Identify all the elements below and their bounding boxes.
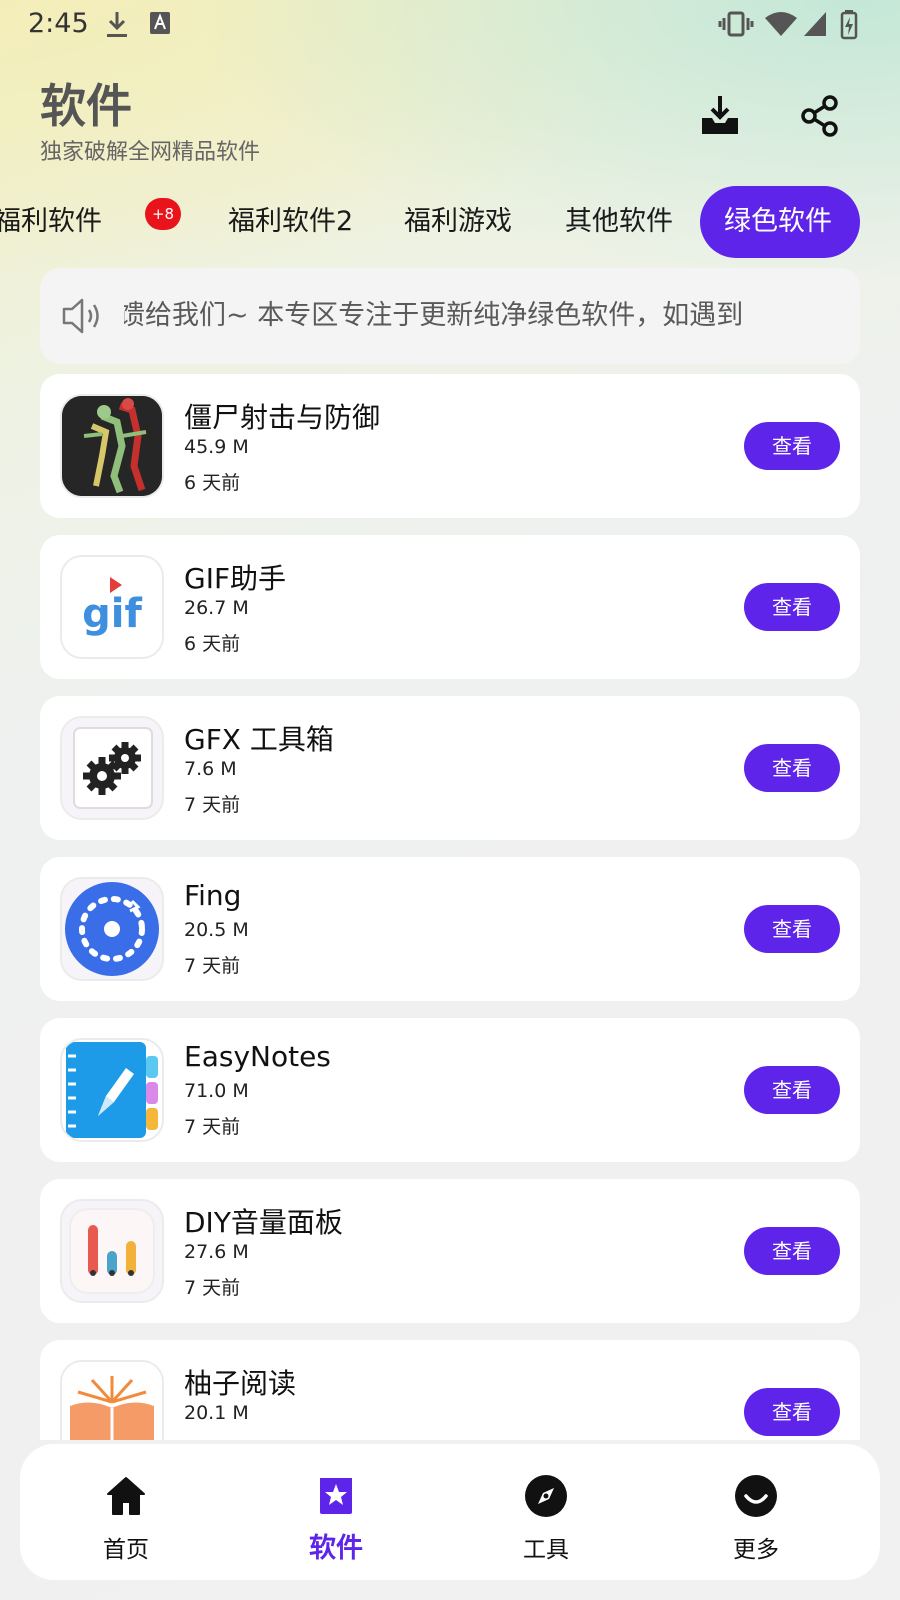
- tab-label: 福利软件: [0, 206, 102, 237]
- tab-other-software[interactable]: 其他软件: [565, 186, 673, 258]
- nav-label: 首页: [103, 1537, 149, 1563]
- compass-icon: [525, 1475, 567, 1517]
- app-date: 6 天前: [184, 633, 241, 655]
- gif-icon: gif: [60, 555, 164, 659]
- app-name: GIF助手: [184, 562, 287, 595]
- nav-more[interactable]: 更多: [686, 1444, 826, 1580]
- bottom-navigation: 首页 软件 工具 更多: [20, 1444, 880, 1580]
- signal-icon: [804, 12, 826, 36]
- nav-label: 工具: [523, 1537, 569, 1563]
- nav-tools[interactable]: 工具: [476, 1444, 616, 1580]
- tab-welfare-software[interactable]: 福利软件: [0, 186, 102, 258]
- app-list: 僵尸射击与防御 45.9 M 6 天前 查看 gif GIF助手 26.7 M …: [40, 374, 860, 1440]
- view-button[interactable]: 查看: [744, 1388, 840, 1436]
- fing-icon: [60, 877, 164, 981]
- share-icon[interactable]: [798, 94, 842, 138]
- app-size: 20.1 M: [184, 1402, 249, 1424]
- text-app-status-icon: [150, 12, 170, 34]
- app-size: 71.0 M: [184, 1080, 249, 1102]
- vibrate-icon: [718, 11, 754, 37]
- smile-icon: [735, 1475, 777, 1517]
- page-title: 软件: [40, 79, 132, 133]
- notebook-icon: [60, 1038, 164, 1142]
- list-item[interactable]: GFX 工具箱 7.6 M 7 天前 查看: [40, 696, 860, 840]
- app-name: 僵尸射击与防御: [184, 401, 381, 434]
- tab-welfare-games[interactable]: 福利游戏: [404, 186, 512, 258]
- star-badge-icon: [320, 1478, 352, 1514]
- app-date: 7 天前: [184, 1116, 241, 1138]
- speaker-icon: [62, 298, 99, 334]
- gears-icon: [60, 716, 164, 820]
- category-tabs: 福利软件 +8 福利软件2 福利游戏 其他软件 绿色软件: [0, 186, 900, 258]
- app-size: 45.9 M: [184, 436, 249, 458]
- nav-label: 软件: [309, 1533, 363, 1564]
- tab-label: 绿色软件: [724, 206, 832, 237]
- page-subtitle: 独家破解全网精品软件: [40, 140, 261, 165]
- app-name: Fing: [184, 879, 242, 912]
- svg-text:gif: gif: [82, 591, 142, 637]
- app-size: 27.6 M: [184, 1241, 249, 1263]
- tab-label: 福利软件2: [228, 206, 354, 237]
- download-manager-icon[interactable]: [698, 94, 742, 138]
- list-item[interactable]: 僵尸射击与防御 45.9 M 6 天前 查看: [40, 374, 860, 518]
- view-button[interactable]: 查看: [744, 1066, 840, 1114]
- app-size: 26.7 M: [184, 597, 249, 619]
- home-icon: [107, 1477, 145, 1515]
- book-icon: [60, 1360, 164, 1440]
- list-item[interactable]: EasyNotes 71.0 M 7 天前 查看: [40, 1018, 860, 1162]
- app-name: 柚子阅读: [184, 1367, 297, 1400]
- app-name: DIY音量面板: [184, 1206, 343, 1239]
- app-date: 6 天前: [184, 472, 241, 494]
- nav-software[interactable]: 软件: [266, 1444, 406, 1580]
- list-item[interactable]: DIY音量面板 27.6 M 7 天前 查看: [40, 1179, 860, 1323]
- status-time: 2:45: [28, 8, 89, 39]
- tab-welfare-software-2[interactable]: 福利软件2: [228, 186, 353, 258]
- view-button[interactable]: 查看: [744, 1227, 840, 1275]
- app-date: 7 天前: [184, 955, 241, 977]
- view-button[interactable]: 查看: [744, 905, 840, 953]
- wifi-icon: [765, 12, 797, 36]
- nav-home[interactable]: 首页: [56, 1444, 196, 1580]
- app-size: 7.6 M: [184, 758, 237, 780]
- notice-banner[interactable]: 馈给我们~ 本专区专注于更新纯净绿色软件，如遇到: [40, 268, 860, 364]
- download-status-icon: [107, 12, 127, 37]
- list-item[interactable]: Fing 20.5 M 7 天前 查看: [40, 857, 860, 1001]
- list-item[interactable]: gif GIF助手 26.7 M 6 天前 查看: [40, 535, 860, 679]
- tab-count-badge: +8: [145, 198, 181, 230]
- battery-icon: [840, 10, 858, 40]
- zombie-game-icon: [60, 394, 164, 498]
- view-button[interactable]: 查看: [744, 583, 840, 631]
- tab-label: 福利游戏: [404, 206, 512, 237]
- app-date: 7 天前: [184, 794, 241, 816]
- tab-green-software[interactable]: 绿色软件: [700, 186, 860, 258]
- app-name: EasyNotes: [184, 1040, 331, 1073]
- volume-panel-icon: [60, 1199, 164, 1303]
- nav-label: 更多: [733, 1537, 779, 1563]
- notice-marquee: 馈给我们~ 本专区专注于更新纯净绿色软件，如遇到: [124, 268, 840, 364]
- view-button[interactable]: 查看: [744, 744, 840, 792]
- view-button[interactable]: 查看: [744, 422, 840, 470]
- list-item[interactable]: 柚子阅读 20.1 M 查看: [40, 1340, 860, 1440]
- app-date: 7 天前: [184, 1277, 241, 1299]
- app-name: GFX 工具箱: [184, 723, 334, 756]
- status-bar: 2:45: [0, 0, 900, 50]
- tab-label: 其他软件: [565, 206, 673, 237]
- notice-text: 馈给我们~ 本专区专注于更新纯净绿色软件，如遇到: [124, 300, 744, 331]
- app-size: 20.5 M: [184, 919, 249, 941]
